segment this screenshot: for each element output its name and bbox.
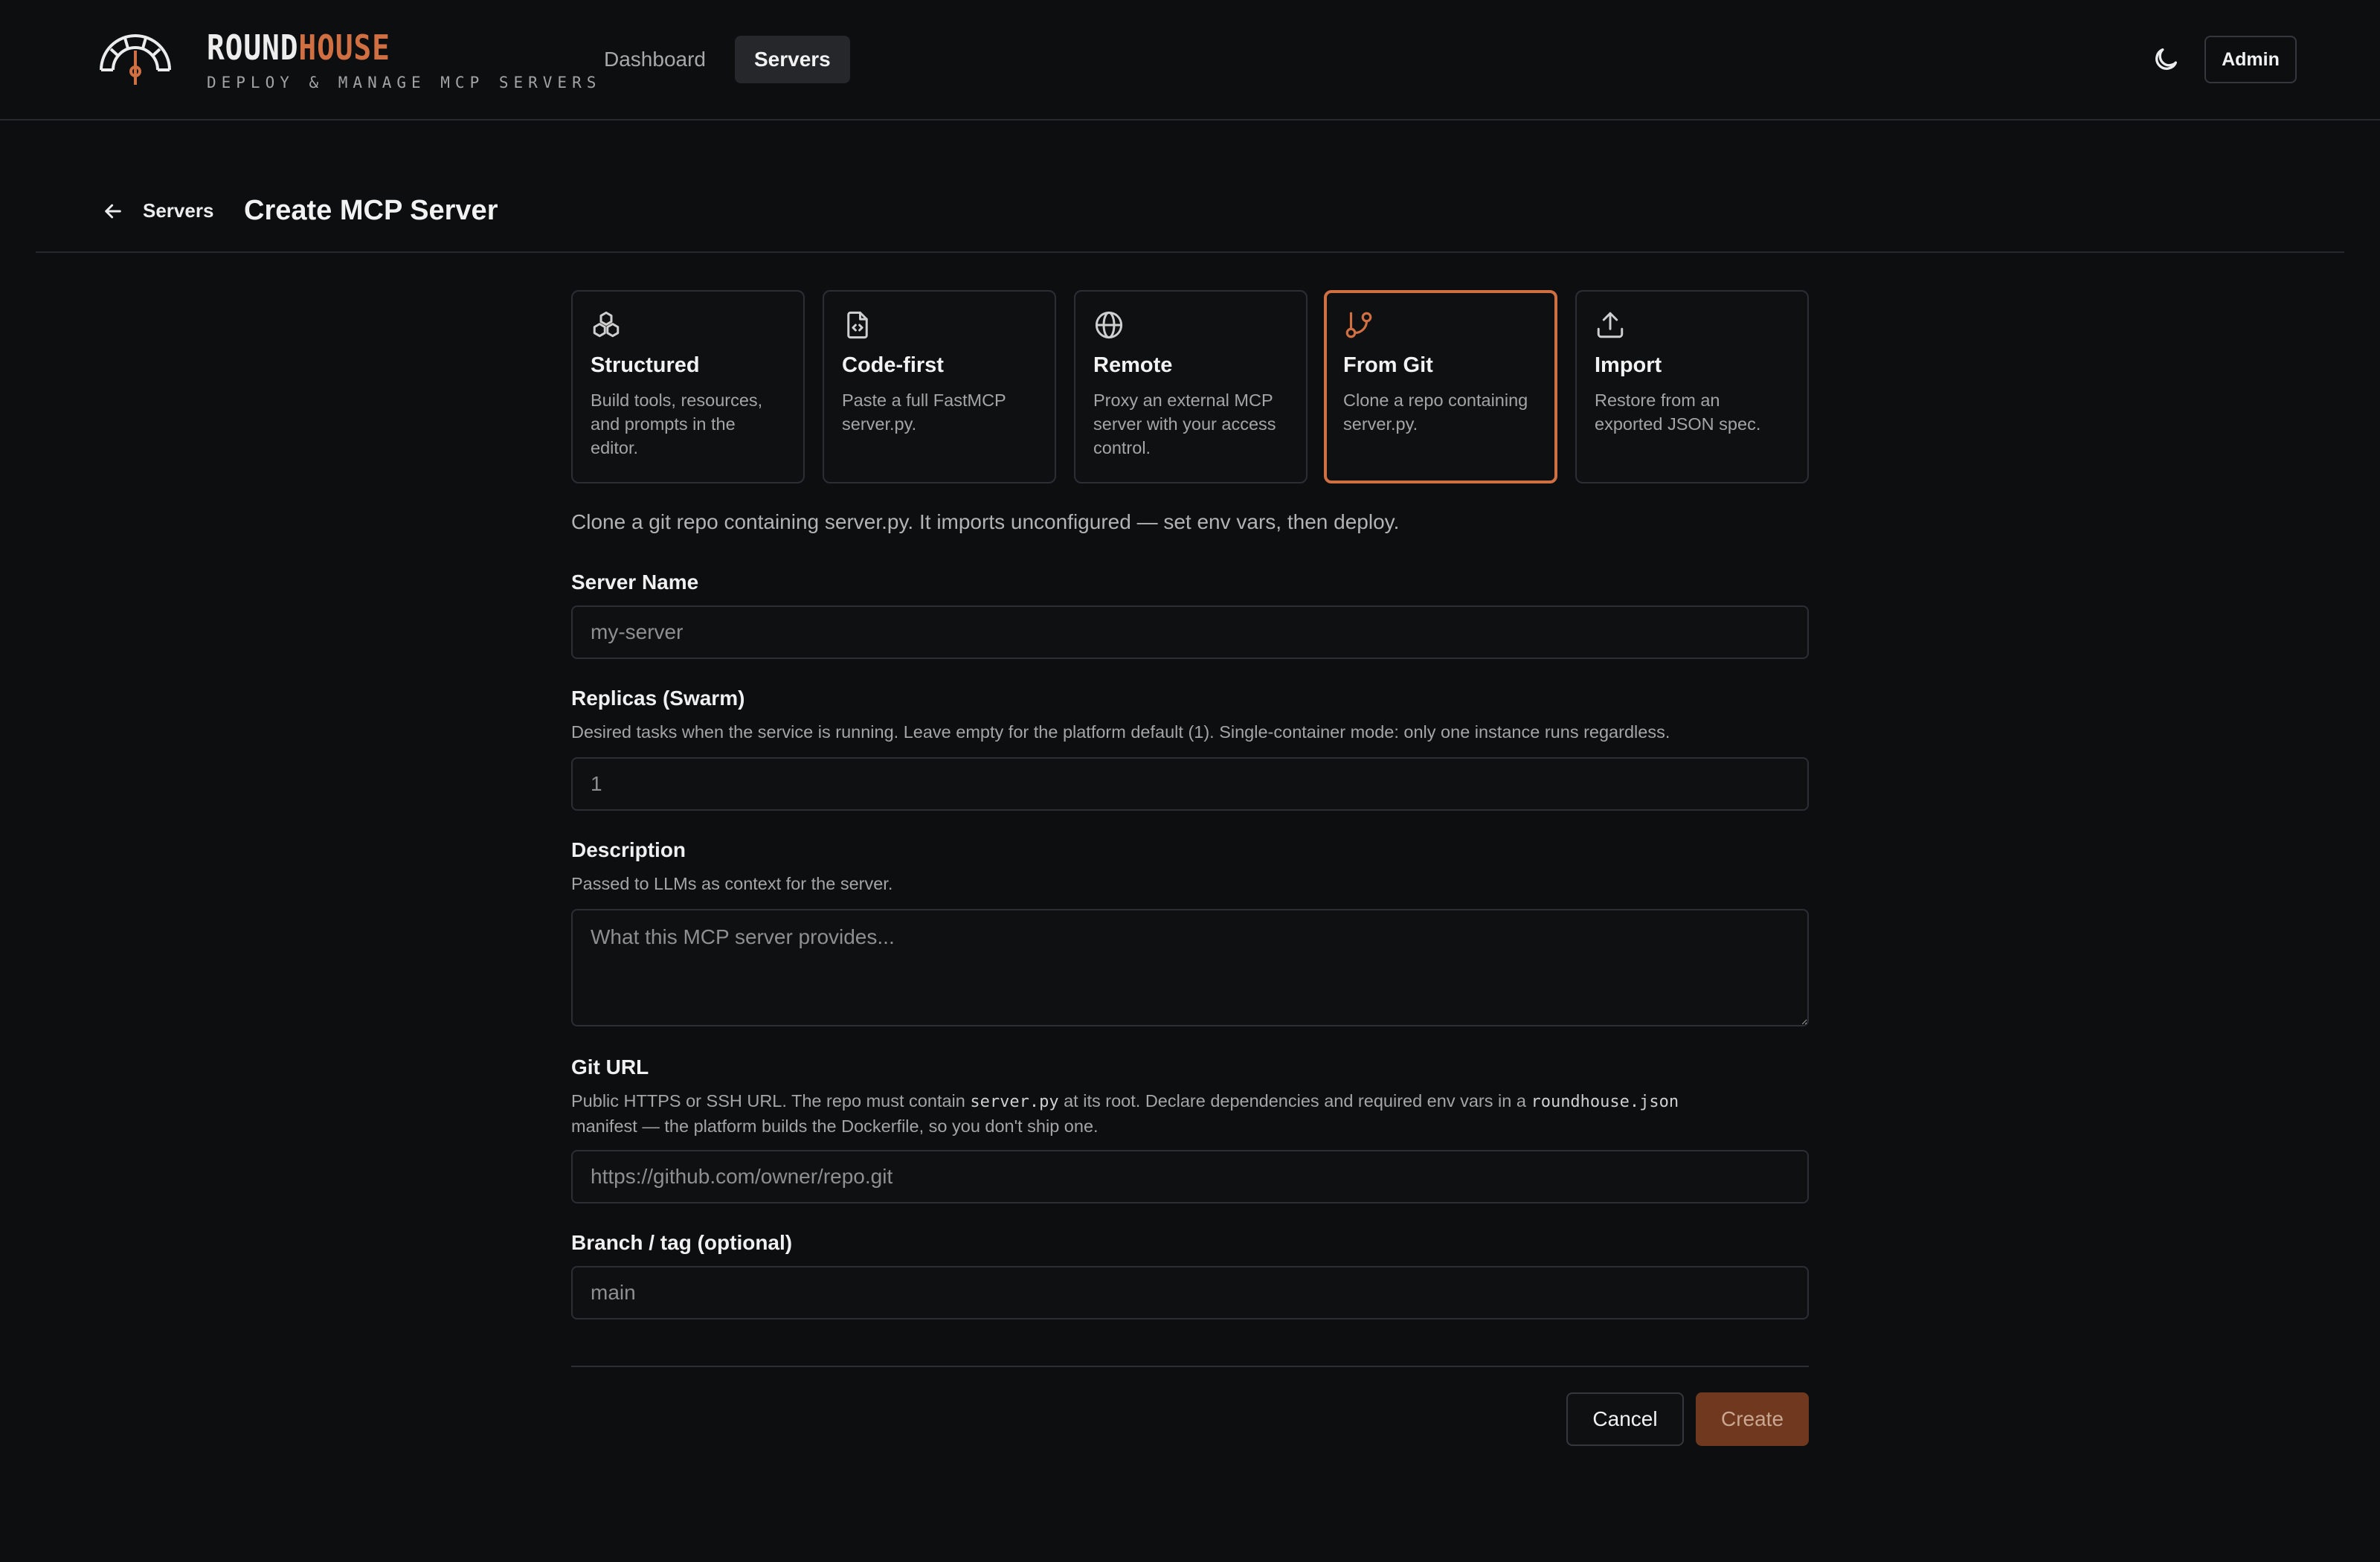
mode-card-title: From Git	[1343, 353, 1433, 377]
actions-divider	[571, 1366, 1809, 1367]
git-url-hint-code: roundhouse.json	[1531, 1093, 1679, 1111]
git-url-hint: Public HTTPS or SSH URL. The repo must c…	[571, 1089, 1821, 1138]
mode-card-description: Proxy an external MCP server with your a…	[1093, 390, 1276, 457]
brand-name: ROUNDHOUSE	[207, 27, 390, 68]
description-textarea[interactable]	[571, 909, 1809, 1026]
server-name-input[interactable]	[571, 605, 1809, 659]
branch-label: Branch / tag (optional)	[571, 1231, 793, 1254]
upload-icon	[1597, 312, 1624, 338]
mode-card-import[interactable]: Import Restore from an exported JSON spe…	[1575, 290, 1809, 483]
git-url-hint-text: at its root. Declare dependencies and re…	[1058, 1091, 1531, 1111]
git-url-hint-text: manifest — the platform builds the Docke…	[571, 1116, 1099, 1136]
replicas-hint: Desired tasks when the service is runnin…	[571, 722, 1670, 742]
moon-icon[interactable]	[2151, 45, 2181, 74]
title-divider	[36, 251, 2344, 253]
server-name-label: Server Name	[571, 571, 699, 594]
mode-card-description: Paste a full FastMCP server.py.	[842, 390, 1006, 434]
breadcrumb-servers-link[interactable]: Servers	[143, 198, 213, 223]
mode-card-description: Clone a repo containing server.py.	[1343, 390, 1528, 434]
create-button[interactable]: Create	[1696, 1392, 1809, 1446]
mode-card-structured[interactable]: Structured Build tools, resources, and p…	[571, 290, 805, 483]
git-branch-icon	[1345, 312, 1372, 338]
globe-icon	[1095, 311, 1123, 339]
page-title: Create MCP Server	[244, 195, 498, 226]
git-url-hint-text: Public HTTPS or SSH URL. The repo must c…	[571, 1091, 971, 1111]
mode-card-description: Build tools, resources, and prompts in t…	[591, 390, 763, 457]
roundhouse-logo-icon	[100, 34, 171, 85]
cancel-button[interactable]: Cancel	[1566, 1392, 1684, 1446]
mode-card-title: Import	[1595, 353, 1662, 377]
git-url-hint-code: server.py	[970, 1093, 1059, 1111]
mode-card-remote[interactable]: Remote Proxy an external MCP server with…	[1074, 290, 1308, 483]
mode-help-text: Clone a git repo containing server.py. I…	[571, 510, 1400, 533]
brand-tagline: DEPLOY & MANAGE MCP SERVERS	[207, 74, 602, 91]
git-url-label: Git URL	[571, 1055, 649, 1079]
branch-input[interactable]	[571, 1266, 1809, 1320]
mode-card-title: Structured	[591, 353, 700, 377]
mode-card-title: Remote	[1093, 353, 1173, 377]
arrow-left-icon[interactable]	[101, 199, 125, 223]
boxes-icon	[593, 311, 620, 338]
nav-dashboard[interactable]: Dashboard	[585, 36, 725, 83]
replicas-label: Replicas (Swarm)	[571, 687, 745, 710]
description-hint: Passed to LLMs as context for the server…	[571, 874, 893, 893]
file-code-icon	[847, 311, 868, 339]
description-label: Description	[571, 838, 686, 861]
top-header: ROUNDHOUSE DEPLOY & MANAGE MCP SERVERS D…	[0, 0, 2380, 120]
brand-name-part2: HOUSE	[298, 28, 390, 68]
admin-button[interactable]: Admin	[2204, 36, 2297, 83]
mode-card-description: Restore from an exported JSON spec.	[1595, 390, 1761, 434]
mode-card-from-git[interactable]: From Git Clone a repo containing server.…	[1324, 290, 1557, 483]
mode-card-title: Code-first	[842, 353, 944, 377]
brand-name-part1: ROUND	[207, 28, 299, 68]
mode-card-code-first[interactable]: Code-first Paste a full FastMCP server.p…	[823, 290, 1056, 483]
replicas-input[interactable]	[571, 757, 1809, 811]
nav-servers[interactable]: Servers	[735, 36, 850, 83]
git-url-input[interactable]	[571, 1150, 1809, 1203]
